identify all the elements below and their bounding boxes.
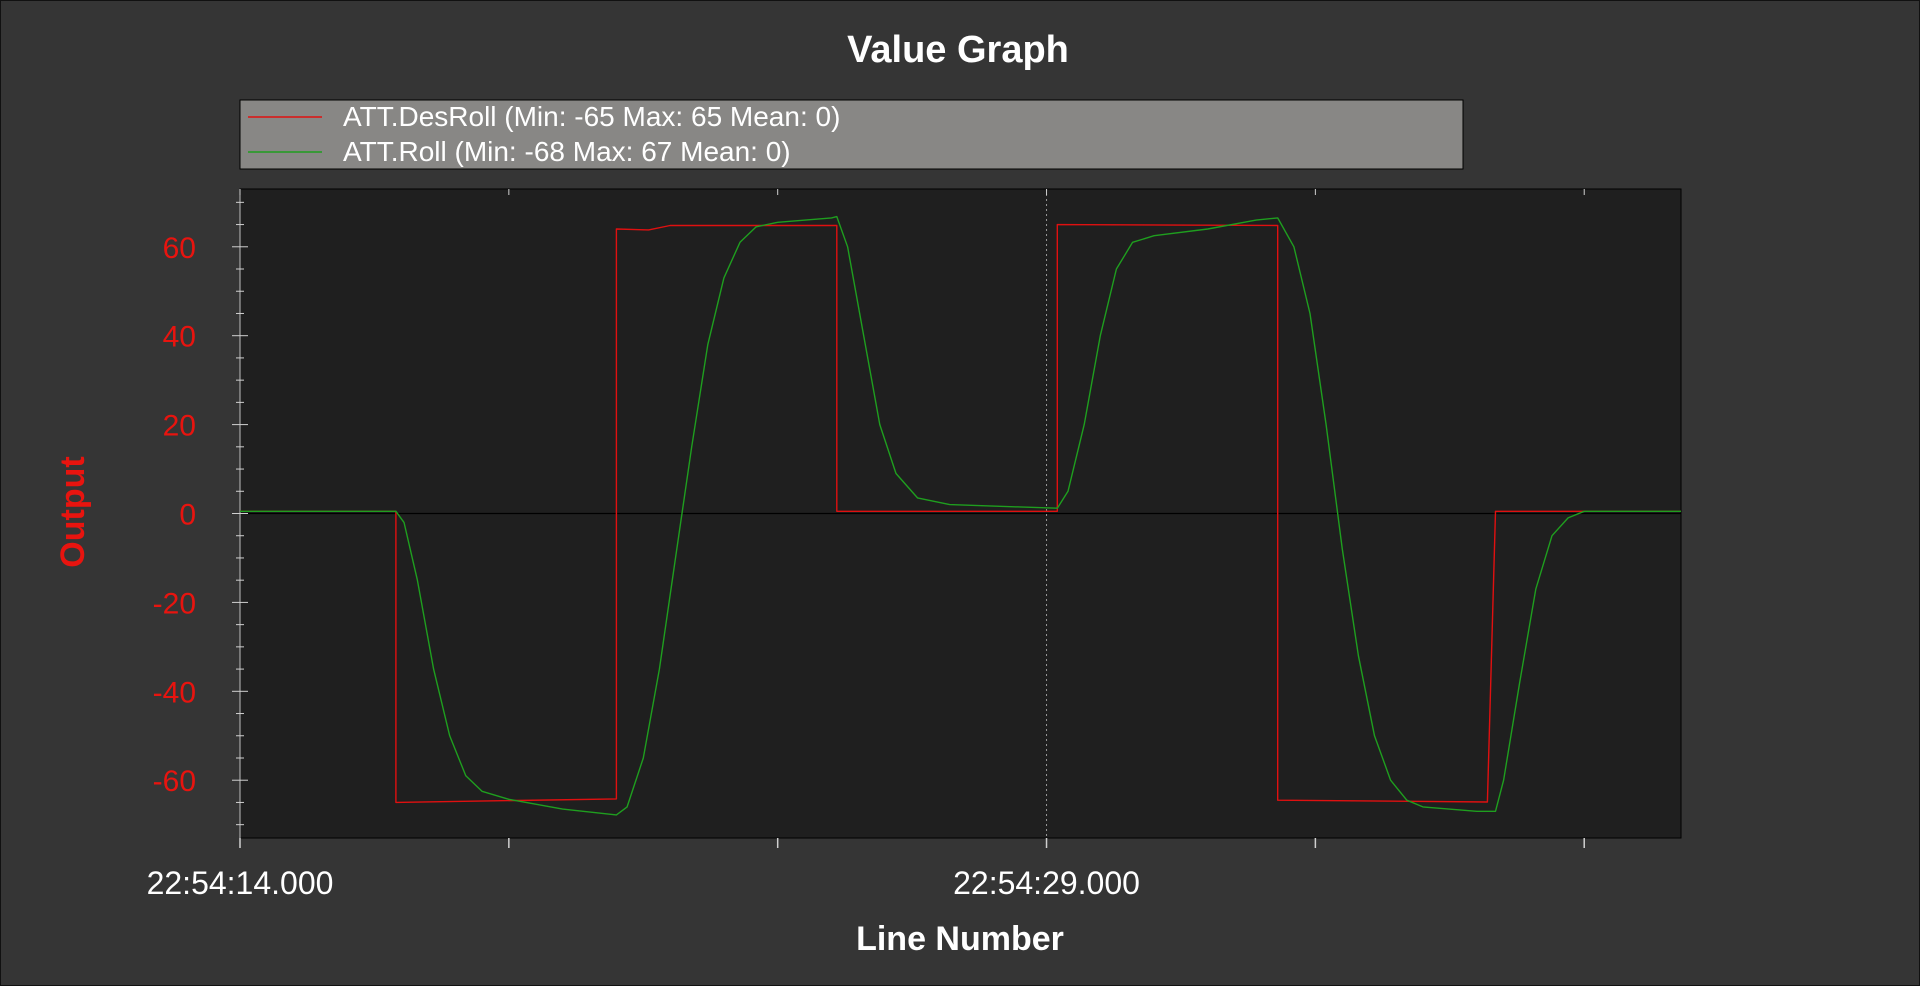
legend-label-desroll: ATT.DesRoll (Min: -65 Max: 65 Mean: 0): [343, 101, 840, 132]
y-tick-label: 20: [163, 410, 196, 443]
y-tick-label: -40: [153, 676, 196, 709]
chart-title: Value Graph: [847, 29, 1069, 71]
y-tick-label: 40: [163, 321, 196, 354]
x-tick-label: 22:54:29.000: [953, 865, 1140, 901]
legend: ATT.DesRoll (Min: -65 Max: 65 Mean: 0) A…: [239, 99, 1464, 170]
x-axis-label: Line Number: [856, 920, 1064, 958]
y-tick-label: 0: [179, 499, 196, 532]
y-tick-label: -60: [153, 765, 196, 798]
x-tick-label: 22:54:14.000: [147, 865, 334, 901]
value-graph-chart: Value Graph ATT.DesRoll (Min: -65 Max: 6…: [54, 29, 1682, 958]
y-axis-label: Output: [54, 456, 92, 567]
y-axis: -60 -40 -20 0 20 40 60: [153, 189, 248, 838]
y-tick-label: 60: [163, 232, 196, 265]
plot-area: -60 -40 -20 0 20 40 60 22:54:14.000 22:54:29.00…: [147, 188, 1682, 901]
legend-label-roll: ATT.Roll (Min: -68 Max: 67 Mean: 0): [343, 136, 791, 167]
y-tick-label: -20: [153, 587, 196, 620]
